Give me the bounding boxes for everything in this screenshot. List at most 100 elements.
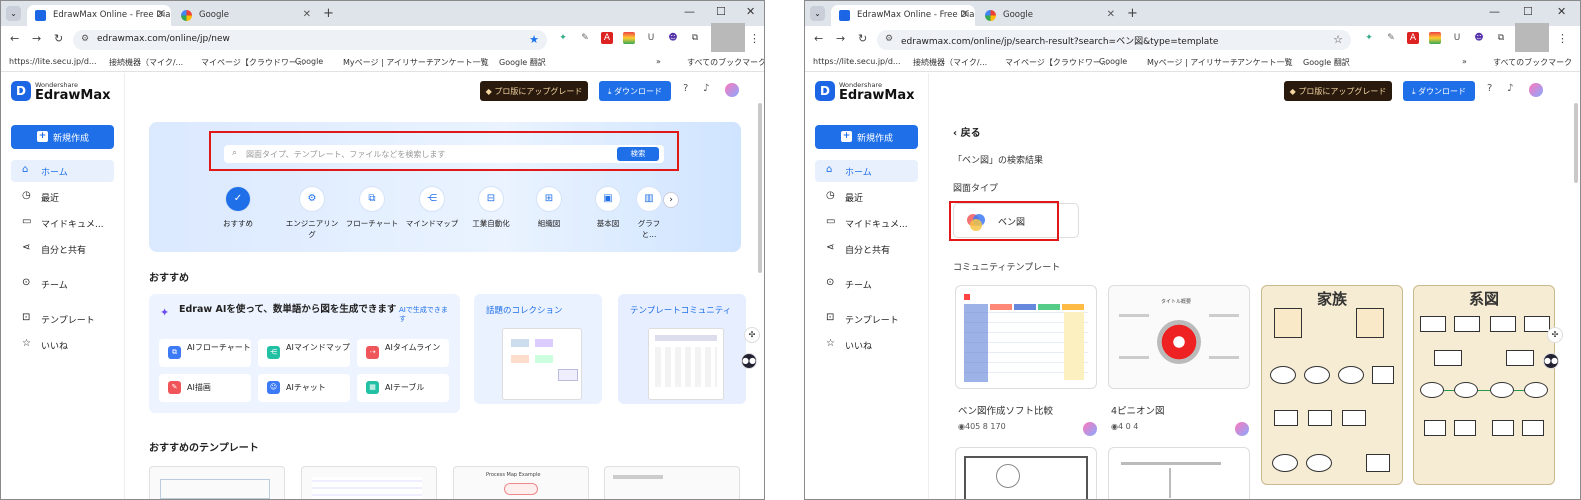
sidebar-item-templates[interactable]: ⊡ テンプレート bbox=[815, 308, 918, 330]
sidebar-item-my-documents[interactable]: ▭ マイドキュメ... bbox=[815, 212, 918, 234]
author-avatar[interactable] bbox=[1235, 422, 1249, 436]
category-industrial[interactable]: ⊟ 工業自動化 bbox=[462, 186, 520, 229]
bookmark-item[interactable]: 接続機器（マイク/... bbox=[109, 57, 183, 68]
bookmark-item[interactable]: マイページ【クラウドワー... bbox=[201, 57, 304, 68]
bookmarks-overflow-icon[interactable]: » bbox=[1462, 57, 1467, 66]
tab-google[interactable]: Google ✕ bbox=[977, 5, 1121, 26]
new-tab-icon[interactable]: + bbox=[1127, 6, 1138, 21]
scrollbar[interactable] bbox=[1574, 103, 1578, 183]
author-avatar[interactable] bbox=[1083, 422, 1097, 436]
reload-icon[interactable]: ↻ bbox=[54, 32, 63, 45]
bookmark-item[interactable]: https://lite.secu.jp/d... bbox=[9, 57, 97, 66]
close-tab-icon[interactable]: ✕ bbox=[157, 9, 165, 20]
bookmark-star-icon[interactable]: ☆ bbox=[1333, 33, 1343, 46]
bookmark-item[interactable]: Myページ | アイリサーチ bbox=[343, 57, 434, 68]
back-link[interactable]: ‹ 戻る bbox=[953, 124, 981, 139]
category-basic[interactable]: ▣ 基本図 bbox=[579, 186, 637, 229]
help-icon[interactable]: ? bbox=[1487, 83, 1492, 94]
chevron-right-icon[interactable]: › bbox=[663, 192, 679, 208]
bookmark-item[interactable]: https://lite.secu.jp/d... bbox=[813, 57, 901, 66]
bookmark-star-icon[interactable]: ★ bbox=[529, 33, 539, 46]
template-community-card[interactable]: テンプレートコミュニティ bbox=[618, 294, 746, 404]
sidebar-item-recent[interactable]: ◷ 最近 bbox=[11, 186, 114, 208]
template-card[interactable]: Process Map Example bbox=[453, 466, 589, 499]
menu-kebab-icon[interactable]: ⋮ bbox=[749, 32, 760, 45]
extensions-puzzle-icon[interactable]: ⧉ bbox=[689, 32, 701, 44]
category-flowchart[interactable]: ⧉ フローチャート bbox=[343, 186, 401, 229]
close-tab-icon[interactable]: ✕ bbox=[1107, 9, 1115, 20]
pdf-extension-icon[interactable]: A bbox=[1407, 32, 1419, 44]
chatbot-float-icon[interactable]: ●● bbox=[1543, 353, 1559, 369]
extension-icon[interactable]: ☻ bbox=[667, 32, 679, 44]
extension-icon[interactable] bbox=[623, 32, 635, 44]
sidebar-item-shared[interactable]: ⋖ 自分と共有 bbox=[11, 238, 114, 260]
back-arrow-icon[interactable]: ← bbox=[814, 32, 823, 45]
template-card-comparison[interactable] bbox=[955, 285, 1097, 389]
bell-icon[interactable]: ♪ bbox=[703, 83, 709, 94]
new-tab-icon[interactable]: + bbox=[323, 6, 334, 21]
bookmark-item[interactable]: アンケート一覧 bbox=[1237, 57, 1293, 68]
assistant-float-icon[interactable]: ✣ bbox=[744, 327, 760, 343]
url-bar[interactable]: ⚙ edrawmax.com/online/jp/new ★ bbox=[73, 30, 547, 50]
sidebar-item-team[interactable]: ⊙ チーム bbox=[11, 273, 114, 295]
new-document-button[interactable]: + 新規作成 bbox=[815, 125, 918, 149]
extensions-puzzle-icon[interactable]: ⧉ bbox=[1495, 32, 1507, 44]
sidebar-item-home[interactable]: ⌂ ホーム bbox=[815, 160, 918, 182]
template-card-family[interactable]: 家族 bbox=[1261, 285, 1403, 485]
extension-icon[interactable]: ✦ bbox=[1363, 32, 1375, 44]
sidebar-item-team[interactable]: ⊙ チーム bbox=[815, 273, 918, 295]
sidebar-item-favorites[interactable]: ☆ いいね bbox=[815, 334, 918, 356]
tab-edrawmax[interactable]: EdrawMax Online - Free Diagra ✕ bbox=[27, 5, 171, 26]
template-card[interactable] bbox=[604, 466, 740, 499]
maximize-icon[interactable]: ☐ bbox=[1523, 5, 1533, 18]
minimize-icon[interactable]: — bbox=[1489, 5, 1500, 18]
trending-collection-card[interactable]: 話題のコレクション bbox=[474, 294, 602, 404]
user-avatar[interactable] bbox=[725, 83, 739, 97]
ai-table-button[interactable]: ▦ AIテーブル bbox=[357, 374, 449, 402]
template-card[interactable] bbox=[1108, 447, 1250, 499]
forward-arrow-icon[interactable]: → bbox=[836, 32, 845, 45]
sidebar-item-home[interactable]: ⌂ ホーム bbox=[11, 160, 114, 182]
help-icon[interactable]: ? bbox=[683, 83, 688, 94]
url-bar[interactable]: ⚙ edrawmax.com/online/jp/search-result?s… bbox=[877, 30, 1351, 50]
bookmarks-overflow-icon[interactable]: » bbox=[656, 57, 661, 66]
ai-drawing-button[interactable]: ✎ AI描画 bbox=[159, 374, 251, 402]
extension-icon[interactable]: ✎ bbox=[579, 32, 591, 44]
user-avatar[interactable] bbox=[1529, 83, 1543, 97]
template-card[interactable] bbox=[149, 466, 285, 499]
extension-icon[interactable]: ✎ bbox=[1385, 32, 1397, 44]
profile-avatar[interactable] bbox=[711, 23, 745, 52]
template-title[interactable]: 4ピニオン図 bbox=[1111, 403, 1165, 417]
close-window-icon[interactable]: ✕ bbox=[1557, 5, 1566, 18]
sidebar-item-favorites[interactable]: ☆ いいね bbox=[11, 334, 114, 356]
profile-avatar[interactable] bbox=[1515, 23, 1549, 52]
sidebar-item-my-documents[interactable]: ▭ マイドキュメ... bbox=[11, 212, 114, 234]
template-card-pinion[interactable]: タイトル概要 bbox=[1108, 285, 1250, 389]
category-recommended[interactable]: ✓ おすすめ bbox=[209, 186, 267, 229]
category-engineering[interactable]: ⚙ エンジニアリング bbox=[283, 186, 341, 240]
pdf-extension-icon[interactable]: A bbox=[601, 32, 613, 44]
assistant-float-icon[interactable]: ✣ bbox=[1547, 327, 1563, 343]
category-mindmap[interactable]: ⋲ マインドマップ bbox=[403, 186, 461, 229]
bookmark-item[interactable]: Myページ | アイリサーチ bbox=[1147, 57, 1238, 68]
extension-icon[interactable]: ✦ bbox=[557, 32, 569, 44]
all-bookmarks[interactable]: すべてのブックマーク bbox=[1493, 57, 1572, 68]
reload-icon[interactable]: ↻ bbox=[858, 32, 867, 45]
site-info-icon[interactable]: ⚙ bbox=[81, 34, 89, 44]
extension-icon[interactable]: ☻ bbox=[1473, 32, 1485, 44]
template-card-genealogy[interactable]: 系図 bbox=[1413, 285, 1555, 485]
ai-mindmap-button[interactable]: ⋲ AIマインドマップ bbox=[258, 339, 350, 367]
bookmark-item[interactable]: 接続機器（マイク/... bbox=[913, 57, 987, 68]
sidebar-item-recent[interactable]: ◷ 最近 bbox=[815, 186, 918, 208]
site-info-icon[interactable]: ⚙ bbox=[885, 34, 893, 44]
close-tab-icon[interactable]: ✕ bbox=[961, 9, 969, 20]
bookmark-item[interactable]: マイページ【クラウドワー... bbox=[1005, 57, 1108, 68]
template-card[interactable] bbox=[955, 447, 1097, 499]
ai-chat-button[interactable]: ☺ AIチャット bbox=[258, 374, 350, 402]
bookmark-item[interactable]: Google 翻訳 bbox=[1303, 57, 1350, 68]
upgrade-button[interactable]: ◆ プロ版にアップグレード bbox=[480, 81, 588, 101]
tab-edrawmax[interactable]: EdrawMax Online - Free Diagra ✕ bbox=[831, 5, 975, 26]
minimize-icon[interactable]: — bbox=[684, 5, 695, 18]
extension-icon[interactable]: U bbox=[645, 32, 657, 44]
back-arrow-icon[interactable]: ← bbox=[10, 32, 19, 45]
